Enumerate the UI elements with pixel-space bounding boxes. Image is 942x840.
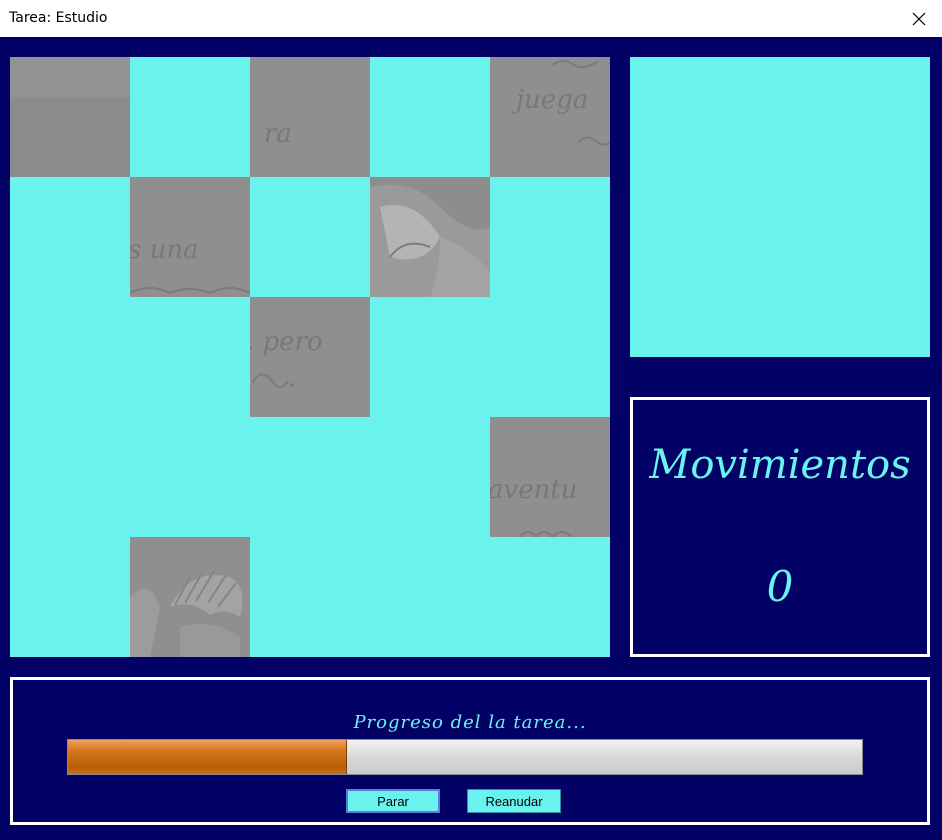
tile-texture [251,373,294,388]
progress-bar-fill [68,740,347,774]
tile-text: ra [264,119,292,149]
resume-button[interactable]: Reanudar [467,789,561,813]
moves-label: Movimientos [649,442,911,488]
tile-r1-c5[interactable]: juega [490,57,610,177]
tile-texture [130,537,250,657]
stop-button[interactable]: Parar [346,789,440,813]
tile-r2-c4[interactable] [370,177,490,297]
tile-r2-c2[interactable]: s una [130,177,250,297]
tile-r1-c3[interactable]: ra [250,57,370,177]
tile-texture [370,177,490,297]
main-content: ra juega s una . pero aventu Movimientos… [0,37,942,840]
progress-bar [67,739,863,775]
tile-r5-c2[interactable] [130,537,250,657]
tile-texture [10,57,130,177]
window-title: Tarea: Estudio [9,10,108,26]
preview-image [630,57,930,357]
progress-panel: Progreso del la tarea... Parar Reanudar [10,677,930,825]
close-icon [912,12,926,25]
progress-label: Progreso del la tarea... [353,712,587,733]
tile-texture [130,287,250,295]
tile-r4-c5[interactable]: aventu [490,417,610,537]
tile-r3-c3[interactable]: . pero [250,297,370,417]
moves-counter-panel: Movimientos 0 [630,397,930,657]
moves-count: 0 [766,562,794,611]
tile-r1-c1[interactable] [10,57,130,177]
tile-texture [519,531,573,537]
tile-texture [551,60,610,146]
close-button[interactable] [896,0,942,37]
puzzle-board: ra juega s una . pero aventu [10,57,610,657]
title-bar: Tarea: Estudio [0,0,942,37]
